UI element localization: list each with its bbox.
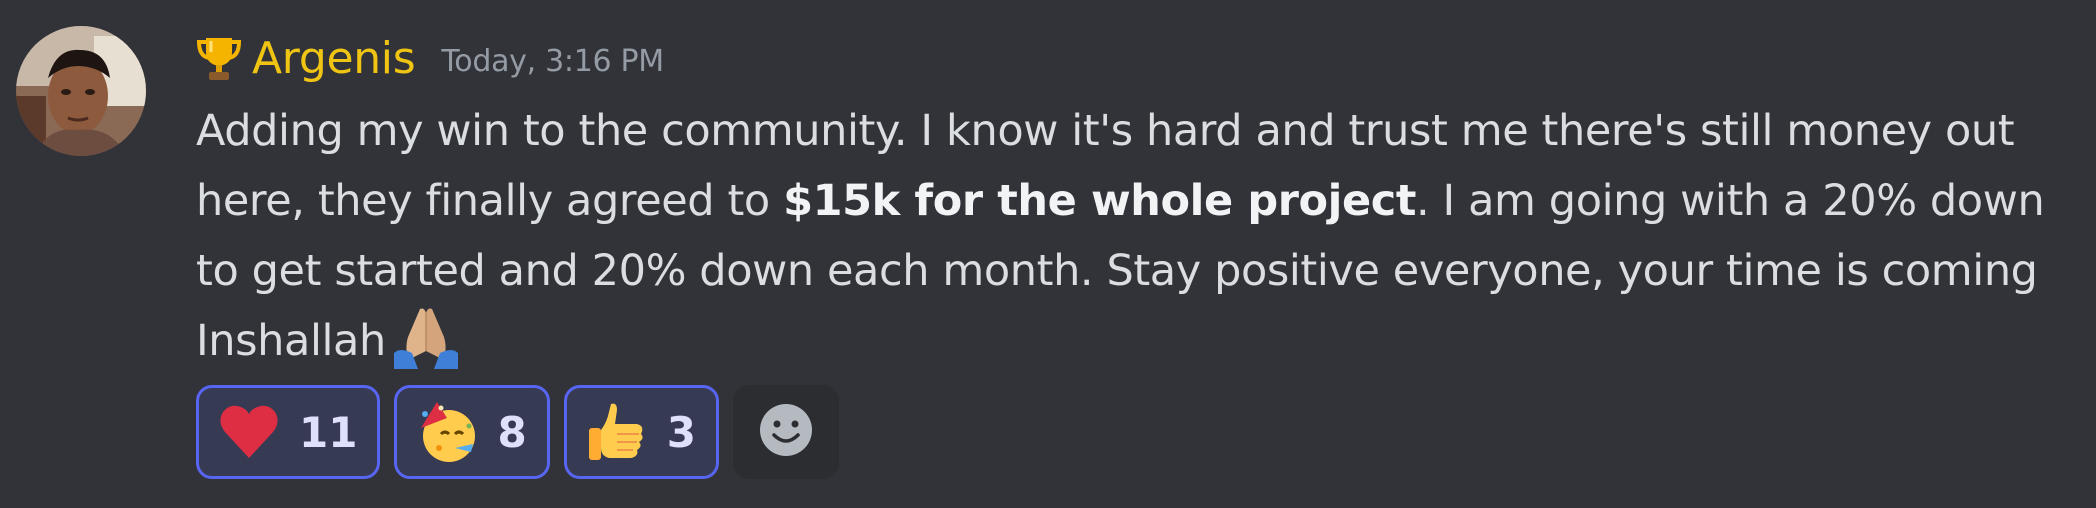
reaction-party-face[interactable]: 8 xyxy=(394,385,550,479)
thumbs-up-icon xyxy=(585,400,649,464)
reactions-bar: 11 8 3 xyxy=(196,385,839,479)
reaction-heart[interactable]: 11 xyxy=(196,385,381,479)
reaction-count: 8 xyxy=(497,407,527,457)
author-name[interactable]: Argenis xyxy=(252,33,416,84)
chat-message: Argenis Today, 3:16 PM Adding my win to … xyxy=(0,0,2096,508)
heart-icon xyxy=(217,400,281,464)
avatar-photo xyxy=(16,26,146,156)
add-reaction-button[interactable] xyxy=(732,385,839,479)
avatar[interactable] xyxy=(16,26,146,156)
party-face-icon xyxy=(415,400,479,464)
add-reaction-smiley-icon xyxy=(759,403,813,461)
reaction-count: 11 xyxy=(299,407,358,457)
message-content: Adding my win to the community. I know i… xyxy=(196,96,2076,376)
reaction-thumbs-up[interactable]: 3 xyxy=(563,385,719,479)
reaction-count: 3 xyxy=(666,407,696,457)
message-timestamp[interactable]: Today, 3:16 PM xyxy=(441,44,664,79)
message-header: Argenis Today, 3:16 PM xyxy=(196,26,664,90)
trophy-icon xyxy=(196,34,242,82)
message-bold-text: $15k for the whole project xyxy=(783,176,1416,226)
folded-hands-icon xyxy=(390,307,462,369)
